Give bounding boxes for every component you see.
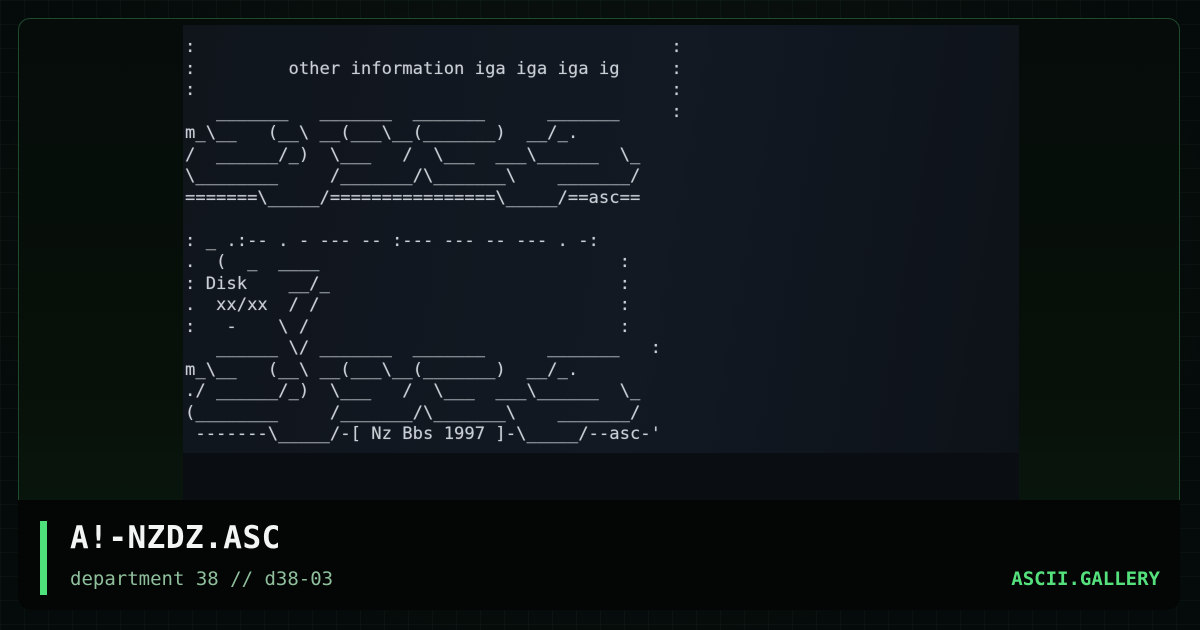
site-link[interactable]: ASCII.GALLERY xyxy=(1011,568,1160,590)
ascii-art-text: : : : other information iga iga iga ig :… xyxy=(185,37,682,444)
preview-lower-band xyxy=(183,453,1019,501)
file-title: A!-NZDZ.ASC xyxy=(70,520,281,556)
ascii-art-preview[interactable]: : : : other information iga iga iga ig :… xyxy=(183,25,1019,501)
file-subtitle: department 38 // d38-03 xyxy=(70,568,334,590)
accent-bar xyxy=(40,521,47,595)
footer-bar: A!-NZDZ.ASC department 38 // d38-03 ASCI… xyxy=(18,500,1180,610)
